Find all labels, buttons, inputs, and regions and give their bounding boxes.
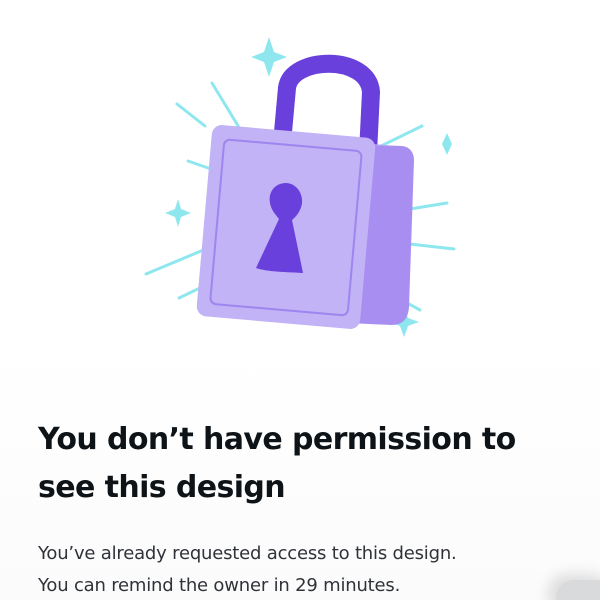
access-denied-screen: You don’t have permission to see this de… — [0, 0, 600, 600]
padlock-illustration — [144, 37, 456, 337]
corner-shadow — [556, 580, 600, 600]
padlock-icon — [196, 54, 414, 329]
message-line-2: You can remind the owner in 29 minutes. — [38, 575, 401, 596]
message-line-1: You’ve already requested access to this … — [38, 543, 457, 564]
permission-heading: You don’t have permission to see this de… — [38, 422, 516, 505]
access-request-message: You’ve already requested access to this … — [38, 538, 578, 600]
